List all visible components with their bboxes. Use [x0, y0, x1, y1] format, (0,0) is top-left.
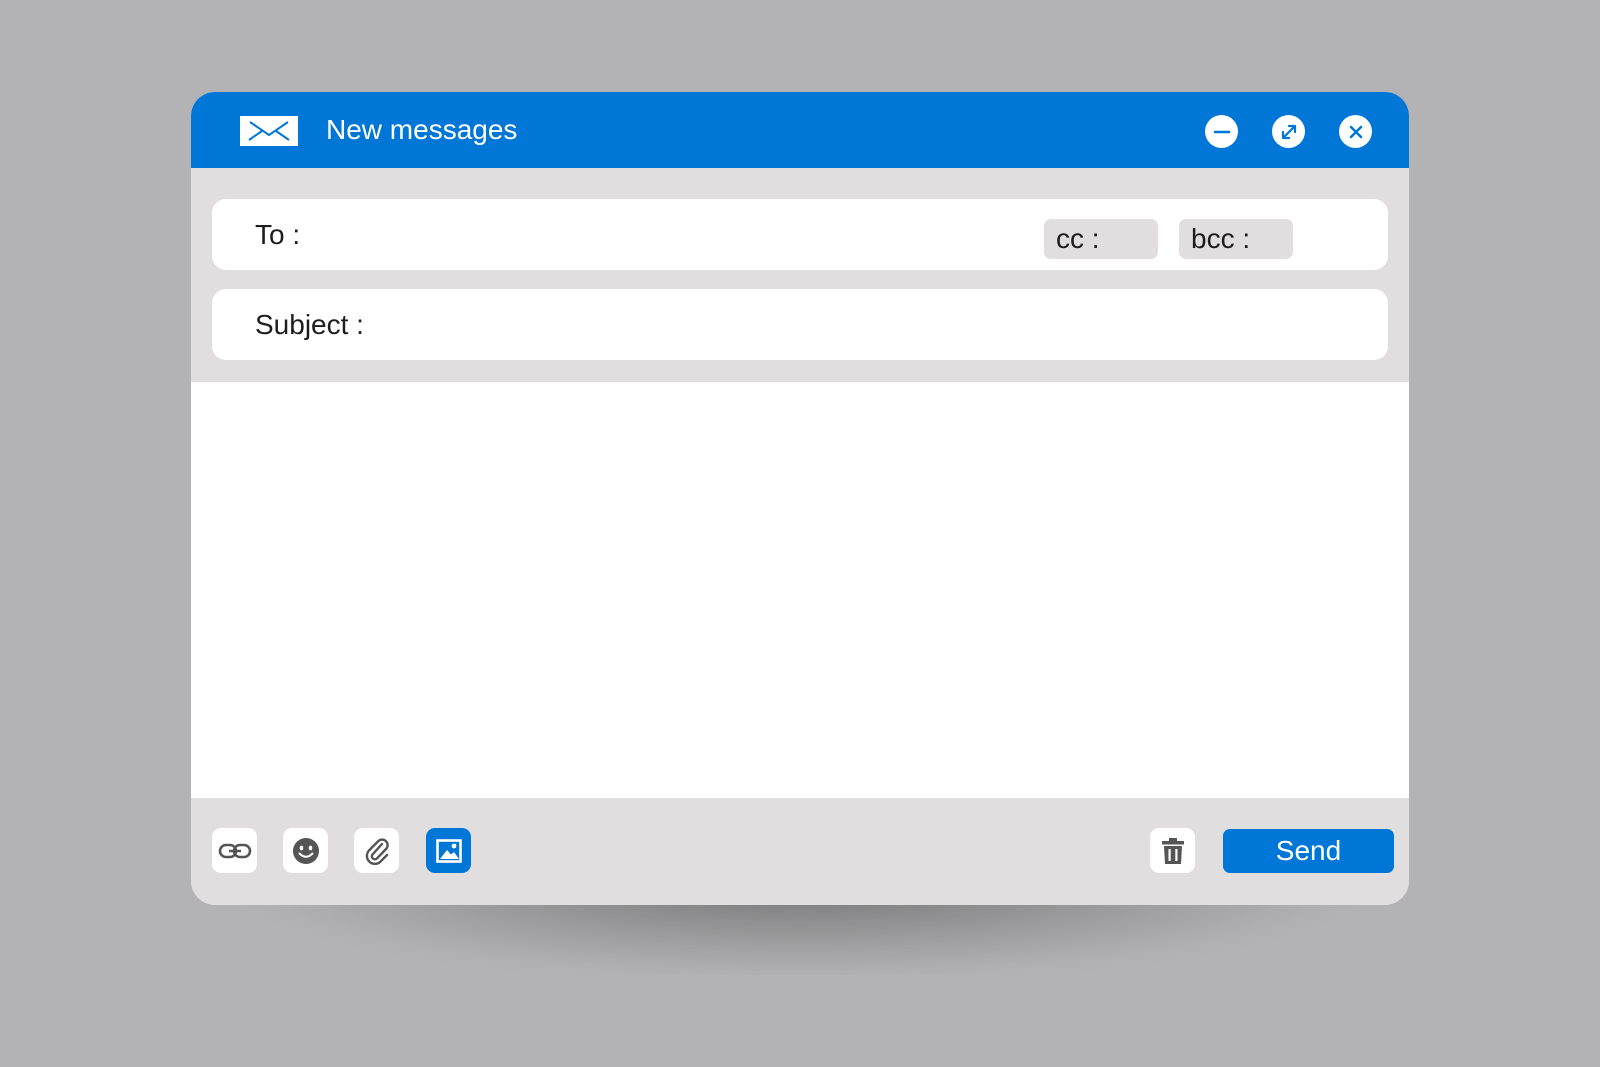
subject-label: Subject :	[255, 309, 364, 340]
bcc-button[interactable]: bcc :	[1179, 219, 1293, 259]
image-icon	[435, 838, 462, 863]
to-field[interactable]: To : cc : bcc :	[212, 199, 1388, 270]
subject-field[interactable]: Subject :	[212, 289, 1388, 360]
insert-link-button[interactable]	[212, 828, 257, 873]
x-icon	[1348, 124, 1364, 140]
paperclip-icon	[363, 837, 391, 865]
send-button[interactable]: Send	[1223, 829, 1394, 873]
minus-circle-icon	[1213, 123, 1231, 141]
emoji-icon	[292, 837, 320, 865]
cc-button[interactable]: cc :	[1044, 219, 1158, 259]
envelope-icon	[240, 116, 298, 146]
window-title: New messages	[326, 114, 518, 145]
delete-draft-button[interactable]	[1150, 828, 1195, 873]
minimize-button[interactable]	[1205, 115, 1238, 148]
insert-emoji-button[interactable]	[283, 828, 328, 873]
maximize-button[interactable]	[1272, 115, 1305, 148]
compose-window: New messages To: cc: bcc: Subject: S…	[191, 92, 1409, 905]
message-body-input[interactable]	[191, 382, 1409, 798]
close-button[interactable]	[1339, 115, 1372, 148]
message-body[interactable]	[191, 382, 1409, 798]
to-input[interactable]	[332, 213, 1006, 259]
attach-file-button[interactable]	[354, 828, 399, 873]
trash-icon	[1161, 837, 1185, 865]
cc-label: cc :	[1056, 223, 1100, 254]
insert-image-button[interactable]	[426, 828, 471, 873]
expand-arrows-icon	[1280, 123, 1298, 141]
subject-input[interactable]	[397, 303, 1361, 349]
to-label: To :	[255, 219, 301, 250]
bcc-label: bcc :	[1191, 223, 1251, 254]
link-icon	[218, 841, 252, 861]
title-bar[interactable]: New messages	[191, 92, 1409, 168]
